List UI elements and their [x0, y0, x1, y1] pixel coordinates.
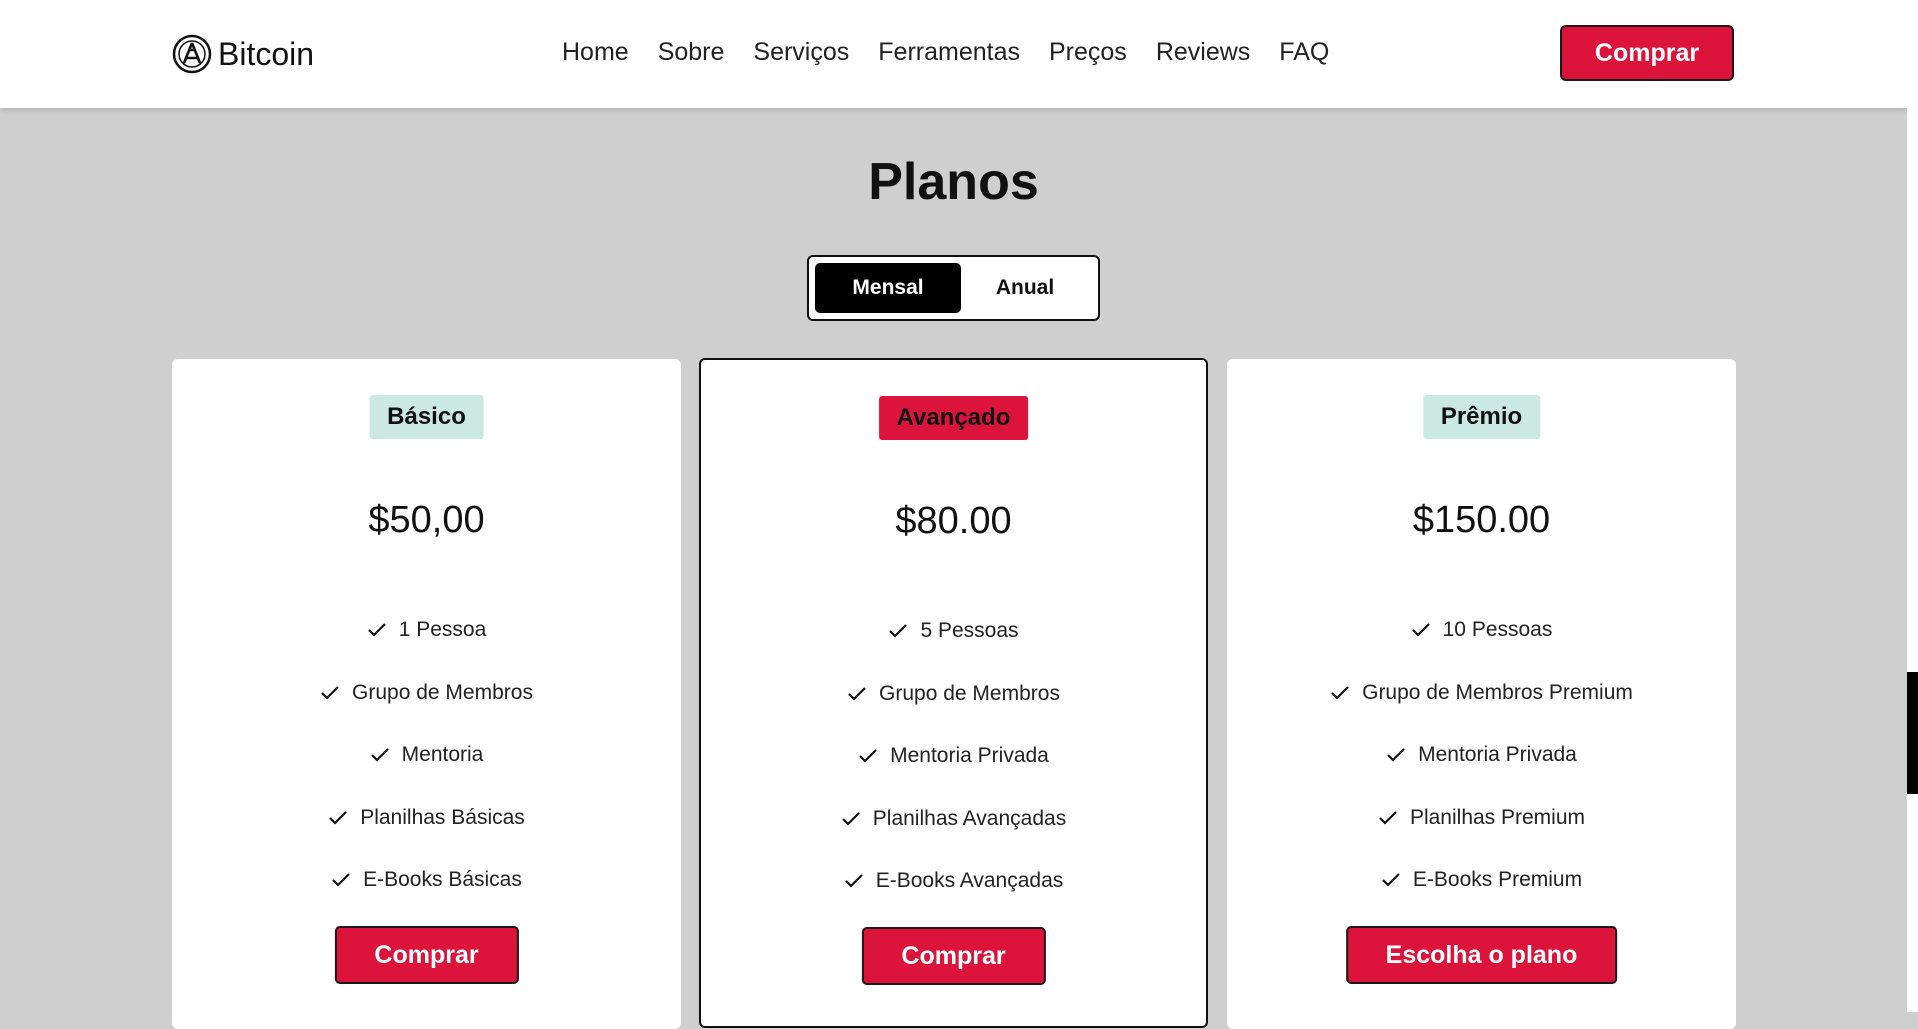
- nav-precos[interactable]: Preços: [1049, 38, 1127, 67]
- nav-reviews[interactable]: Reviews: [1156, 38, 1250, 67]
- plan-badge: Avançado: [878, 396, 1029, 440]
- feature-item: Mentoria: [172, 724, 681, 787]
- feature-label: E-Books Premium: [1412, 868, 1583, 892]
- plan-card-premium: Prêmio $150.00 10 Pessoas Grupo de Membr…: [1227, 359, 1736, 1029]
- billing-toggle: Mensal Anual: [807, 255, 1100, 321]
- plan-card-advanced: Avançado $80.00 5 Pessoas Grupo de Membr…: [699, 358, 1208, 1028]
- feature-label: 1 Pessoa: [398, 618, 487, 642]
- check-icon: [329, 810, 347, 825]
- feature-item: Mentoria Privada: [701, 725, 1206, 788]
- feature-item: E-Books Básicas: [172, 849, 681, 912]
- feature-item: Planilhas Básicas: [172, 787, 681, 850]
- check-icon: [332, 873, 350, 887]
- feature-item: 1 Pessoa: [172, 599, 681, 662]
- header-buy-button[interactable]: Comprar: [1560, 25, 1734, 81]
- feature-item: 5 Pessoas: [701, 600, 1206, 663]
- plan-card-basic: Básico $50,00 1 Pessoa Grupo de Membros …: [172, 359, 681, 1029]
- feature-item: Planilhas Avançadas: [701, 788, 1206, 851]
- site-header: Bitcoin Home Sobre Serviços Ferramentas …: [0, 0, 1907, 108]
- check-icon: [889, 624, 908, 638]
- check-icon: [844, 874, 863, 888]
- check-icon: [1387, 748, 1405, 762]
- logo[interactable]: Bitcoin: [172, 34, 314, 74]
- nav-home[interactable]: Home: [562, 38, 629, 67]
- plan-price: $50,00: [368, 499, 485, 541]
- plan-badge: Básico: [369, 395, 484, 439]
- feature-label: Grupo de Membros: [879, 681, 1060, 705]
- nav-ferramentas[interactable]: Ferramentas: [878, 38, 1020, 67]
- feature-item: 10 Pessoas: [1227, 599, 1736, 662]
- feature-label: Planilhas Avançadas: [872, 806, 1067, 830]
- feature-item: Planilhas Premium: [1227, 787, 1736, 850]
- feature-label: E-Books Básicas: [363, 868, 522, 892]
- plan-features: 5 Pessoas Grupo de Membros Mentoria Priv…: [701, 600, 1206, 913]
- feature-label: Mentoria: [401, 743, 484, 767]
- feature-item: Grupo de Membros: [701, 663, 1206, 726]
- check-icon: [1379, 810, 1397, 825]
- check-icon: [842, 811, 860, 826]
- plan-features: 1 Pessoa Grupo de Membros Mentoria Plani…: [172, 599, 681, 912]
- plan-badge: Prêmio: [1422, 395, 1541, 439]
- plans-title: Planos: [868, 153, 1039, 211]
- check-icon: [859, 749, 877, 763]
- feature-label: Planilhas Premium: [1409, 805, 1586, 829]
- feature-label: Mentoria Privada: [1418, 743, 1577, 767]
- feature-label: E-Books Avançadas: [875, 869, 1064, 893]
- buy-basic-button[interactable]: Comprar: [334, 926, 519, 984]
- scrollbar-track: [1907, 0, 1918, 1012]
- logo-text: Bitcoin: [218, 35, 315, 72]
- choose-premium-button[interactable]: Escolha o plano: [1345, 926, 1618, 984]
- feature-label: Mentoria Privada: [890, 744, 1049, 768]
- feature-label: 10 Pessoas: [1442, 618, 1553, 642]
- check-icon: [321, 685, 339, 700]
- main-nav: Home Sobre Serviços Ferramentas Preços R…: [562, 38, 1358, 67]
- nav-sobre[interactable]: Sobre: [658, 38, 725, 67]
- nav-faq[interactable]: FAQ: [1279, 38, 1329, 67]
- feature-item: Mentoria Privada: [1227, 724, 1736, 787]
- feature-label: 5 Pessoas: [920, 619, 1019, 643]
- feature-item: E-Books Premium: [1227, 849, 1736, 912]
- plan-price: $80.00: [895, 500, 1012, 542]
- plan-price: $150.00: [1412, 499, 1551, 541]
- check-icon: [848, 686, 866, 701]
- check-icon: [370, 748, 389, 762]
- feature-label: Grupo de Membros: [352, 680, 533, 704]
- bitcoin-logo-icon: [172, 34, 212, 74]
- check-icon: [1331, 685, 1349, 700]
- toggle-annual[interactable]: Anual: [952, 263, 1098, 313]
- nav-servicos[interactable]: Serviços: [753, 38, 849, 67]
- check-icon: [367, 623, 386, 637]
- toggle-monthly[interactable]: Mensal: [815, 263, 961, 313]
- feature-label: Planilhas Básicas: [360, 805, 525, 829]
- scrollbar-thumb[interactable]: [1907, 672, 1918, 794]
- feature-item: Grupo de Membros Premium: [1227, 662, 1736, 725]
- feature-label: Grupo de Membros Premium: [1362, 680, 1633, 704]
- feature-item: Grupo de Membros: [172, 662, 681, 725]
- check-icon: [1411, 623, 1430, 637]
- plan-features: 10 Pessoas Grupo de Membros Premium Ment…: [1227, 599, 1736, 912]
- feature-item: E-Books Avançadas: [701, 850, 1206, 913]
- buy-advanced-button[interactable]: Comprar: [861, 927, 1046, 985]
- check-icon: [1382, 873, 1400, 887]
